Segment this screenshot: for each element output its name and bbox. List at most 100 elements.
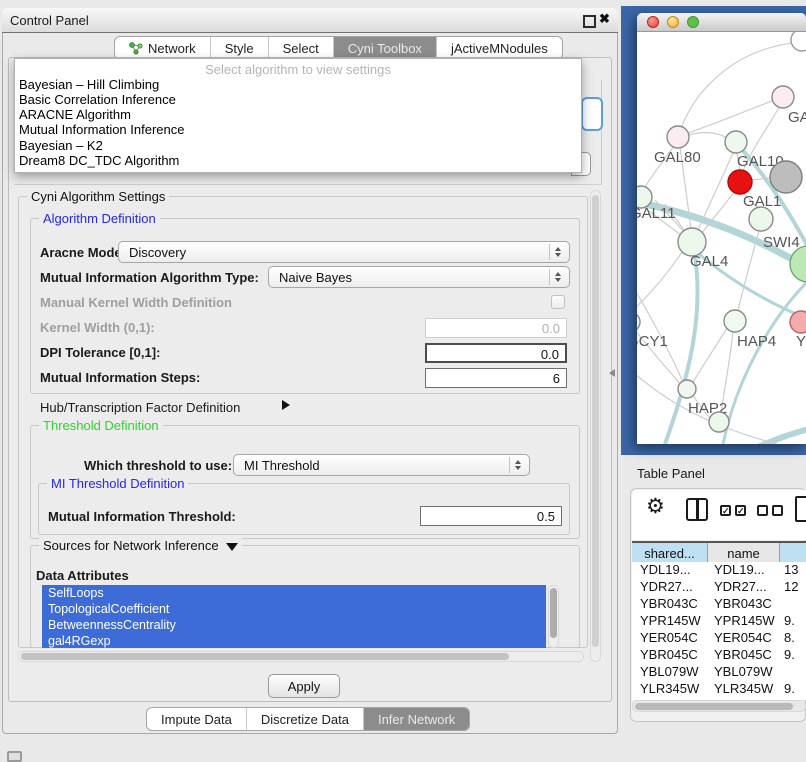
network-node-gal1[interactable]: [749, 207, 773, 231]
aracne-mode-combo[interactable]: Discovery: [118, 241, 570, 263]
table-h-scrollbar-thumb[interactable]: [635, 703, 793, 710]
network-node-y-node[interactable]: [790, 311, 806, 333]
table-cell: YDR27...: [708, 579, 780, 596]
tab-impute-data[interactable]: Impute Data: [147, 708, 247, 730]
table-row[interactable]: YPR145WYPR145W9.: [632, 613, 806, 630]
table-row[interactable]: YDR27...YDR27...12: [632, 579, 806, 596]
table-cell: [780, 664, 806, 681]
network-node-gal80[interactable]: [667, 126, 689, 148]
mi-type-combo[interactable]: Naive Bayes: [268, 266, 570, 288]
gear-icon[interactable]: ⚙: [646, 494, 665, 519]
network-node-gal10[interactable]: [725, 131, 747, 153]
table-row[interactable]: YBL079WYBL079W: [632, 664, 806, 681]
splitter-collapse-arrow[interactable]: [609, 369, 615, 377]
float-window-icon[interactable]: [583, 15, 596, 28]
network-node-gcy1[interactable]: [637, 312, 640, 332]
node-label: GAL80: [654, 149, 701, 166]
data-attributes-list: SelfLoops TopologicalCoefficient Between…: [42, 585, 546, 648]
network-node-hap4[interactable]: [724, 310, 746, 332]
grid-mode-icon[interactable]: [7, 751, 22, 762]
settings-v-scrollbar[interactable]: [590, 190, 601, 662]
settings-v-scrollbar-thumb[interactable]: [592, 195, 599, 647]
network-window-titlebar[interactable]: [637, 13, 806, 32]
zoom-traffic-light-icon[interactable]: [687, 16, 699, 28]
tab-network[interactable]: Network: [115, 37, 211, 59]
algorithm-option[interactable]: Bayesian – K2: [19, 138, 577, 153]
algorithm-dropdown-popup: Select algorithm to view settings Bayesi…: [14, 58, 582, 173]
minimize-traffic-light-icon[interactable]: [667, 16, 679, 28]
network-view-window[interactable]: GALGAL80GAL10GAL1GAL11SWI4GAL4GCY1HAP4YH…: [637, 13, 806, 444]
network-node-gal1-red[interactable]: [728, 170, 752, 194]
table-row[interactable]: YDL19...YDL19...13: [632, 562, 806, 579]
network-node-top-partial[interactable]: [791, 32, 806, 51]
apply-button[interactable]: Apply: [268, 674, 340, 698]
checked-box-icon[interactable]: ✓: [735, 505, 746, 516]
network-node-bottom-partial[interactable]: [709, 412, 729, 432]
algorithm-option-selected[interactable]: ARACNE Algorithm: [19, 107, 577, 122]
algorithm-option[interactable]: Mutual Information Inference: [19, 122, 577, 137]
unchecked-box-icon[interactable]: [757, 505, 768, 516]
network-node-hap2[interactable]: [678, 380, 696, 398]
table-toolbar: ⚙ ✓ ✓: [632, 490, 806, 540]
list-item[interactable]: BetweennessCentrality: [42, 617, 546, 633]
combo-stepper-icon: [549, 269, 566, 285]
list-scrollbar-thumb[interactable]: [550, 588, 557, 638]
table-row[interactable]: YBR043CYBR043C: [632, 596, 806, 613]
list-item[interactable]: SelfLoops: [42, 585, 546, 601]
group-title: MI Threshold Definition: [47, 476, 188, 491]
network-canvas[interactable]: GALGAL80GAL10GAL1GAL11SWI4GAL4GCY1HAP4YH…: [637, 32, 806, 444]
split-column-icon[interactable]: [686, 498, 708, 521]
tab-infer-network[interactable]: Infer Network: [364, 708, 469, 730]
tab-discretize-data[interactable]: Discretize Data: [247, 708, 364, 730]
table-row[interactable]: YLR345WYLR345W9.: [632, 681, 806, 698]
table-row[interactable]: YBR045CYBR045C9.: [632, 647, 806, 664]
checked-box-icon[interactable]: ✓: [720, 505, 731, 516]
tab-jactivemnodules[interactable]: jActiveMNodules: [437, 37, 562, 59]
column-header-partial[interactable]: [780, 543, 806, 564]
dpi-tolerance-field[interactable]: 0.0: [425, 343, 567, 363]
network-node-swi4[interactable]: [790, 246, 806, 282]
inference-algorithm-combo-fragment[interactable]: [581, 97, 603, 131]
table-cell: YPR145W: [632, 613, 708, 630]
unchecked-box-icon[interactable]: [772, 505, 783, 516]
kernel-width-field[interactable]: 0.0: [425, 318, 567, 338]
group-title: Threshold Definition: [39, 418, 163, 433]
mi-steps-label: Mutual Information Steps:: [40, 370, 200, 385]
hub-definition-expander[interactable]: Hub/Transcription Factor Definition: [40, 400, 240, 415]
network-node-gal-top[interactable]: [772, 86, 794, 108]
column-header-shared-name[interactable]: shared...: [632, 543, 708, 564]
table-row[interactable]: YER054CYER054C8.: [632, 630, 806, 647]
settings-h-scrollbar-thumb[interactable]: [21, 653, 509, 660]
close-traffic-light-icon[interactable]: [647, 16, 659, 28]
close-icon[interactable]: ✖: [599, 11, 610, 27]
tab-select[interactable]: Select: [269, 37, 334, 59]
network-svg[interactable]: GALGAL80GAL10GAL1GAL11SWI4GAL4GCY1HAP4YH…: [637, 32, 806, 444]
expander-arrow-icon[interactable]: [282, 400, 290, 410]
which-threshold-combo[interactable]: MI Threshold: [233, 454, 530, 476]
settings-h-scrollbar[interactable]: [18, 651, 584, 662]
combo-stepper-icon: [509, 457, 526, 473]
list-item[interactable]: TopologicalCoefficient: [42, 601, 546, 617]
tab-style[interactable]: Style: [211, 37, 269, 59]
mi-steps-field[interactable]: 6: [425, 368, 567, 388]
algorithm-option[interactable]: Dream8 DC_TDC Algorithm: [19, 153, 577, 168]
table-cell: YLR345W: [708, 681, 780, 698]
list-item[interactable]: gal4RGexp: [42, 633, 546, 648]
table-panel-title: Table Panel: [637, 466, 705, 481]
network-node-gal4[interactable]: [678, 228, 706, 256]
network-node-gray-node[interactable]: [770, 161, 802, 193]
table-h-scrollbar[interactable]: [632, 700, 806, 712]
manual-kernel-checkbox[interactable]: [551, 295, 565, 309]
table-cell: 8.: [780, 630, 806, 647]
group-title: Algorithm Definition: [39, 211, 160, 226]
collapse-arrow-icon[interactable]: [226, 543, 238, 551]
algorithm-option[interactable]: Bayesian – Hill Climbing: [19, 77, 577, 92]
mi-threshold-field[interactable]: 0.5: [420, 506, 562, 526]
algorithm-option[interactable]: Basic Correlation Inference: [19, 92, 577, 107]
tab-cyni-toolbox[interactable]: Cyni Toolbox: [334, 37, 437, 59]
page-icon[interactable]: [795, 496, 806, 522]
list-scrollbar[interactable]: [548, 585, 559, 648]
control-panel-titlebar: Control Panel ✖: [2, 8, 618, 33]
column-header-name[interactable]: name: [708, 543, 780, 564]
sources-title[interactable]: Sources for Network Inference: [39, 538, 242, 553]
